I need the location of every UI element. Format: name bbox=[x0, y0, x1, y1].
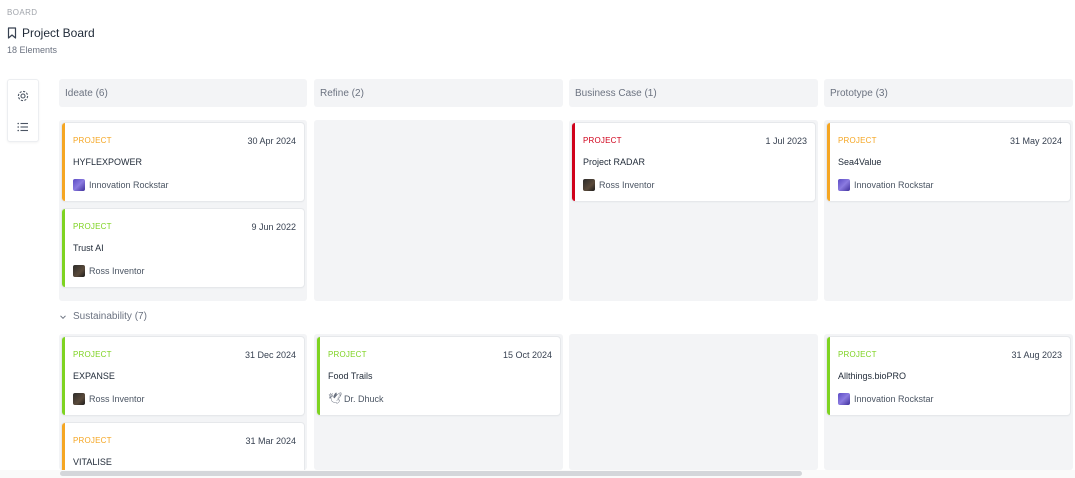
card-status-bar bbox=[62, 123, 65, 201]
card-title: VITALISE bbox=[73, 457, 112, 467]
card-status-bar bbox=[827, 337, 830, 415]
horizontal-scrollbar[interactable] bbox=[60, 471, 802, 476]
column-header-ideate[interactable]: Ideate (6) bbox=[59, 79, 307, 107]
column-header-business-case[interactable]: Business Case (1) bbox=[569, 79, 818, 107]
list-icon[interactable] bbox=[16, 120, 30, 134]
owner-name: Ross Inventor bbox=[599, 180, 655, 190]
avatar bbox=[583, 179, 595, 191]
card-date: 9 Jun 2022 bbox=[251, 222, 296, 232]
card-status-bar bbox=[827, 123, 830, 201]
card-type: PROJECT bbox=[838, 136, 877, 145]
card-date: 31 Dec 2024 bbox=[244, 350, 296, 360]
card-date: 31 Aug 2023 bbox=[1011, 350, 1062, 360]
card-title: Food Trails bbox=[328, 371, 373, 381]
card-title: Sea4Value bbox=[838, 157, 882, 167]
lane-refine-row1 bbox=[314, 120, 563, 301]
project-card[interactable]: PROJECT 30 Apr 2024 HYFLEXPOWER Innovati… bbox=[62, 123, 304, 201]
page-title: Project Board bbox=[22, 26, 95, 40]
group-label: Sustainability (7) bbox=[73, 311, 147, 322]
card-date: 31 May 2024 bbox=[1009, 136, 1062, 146]
card-owner: Innovation Rockstar bbox=[73, 179, 169, 191]
card-status-bar bbox=[62, 423, 65, 470]
card-type: PROJECT bbox=[328, 350, 367, 359]
card-type: PROJECT bbox=[73, 222, 112, 231]
card-title: Project RADAR bbox=[583, 157, 646, 167]
owner-name: Innovation Rockstar bbox=[854, 180, 934, 190]
chevron-down-icon[interactable] bbox=[59, 313, 67, 321]
card-status-bar bbox=[317, 337, 320, 415]
breadcrumb[interactable]: BOARD bbox=[7, 8, 37, 17]
owner-name: Dr. Dhuck bbox=[344, 394, 384, 404]
element-count: 18 Elements bbox=[7, 45, 58, 55]
project-board-page: BOARD Project Board 18 Elements Ideate (… bbox=[0, 0, 1075, 478]
bookmark-icon[interactable] bbox=[7, 27, 17, 39]
board-toolbar bbox=[7, 79, 39, 142]
avatar bbox=[838, 179, 850, 191]
card-type: PROJECT bbox=[73, 136, 112, 145]
card-owner: Innovation Rockstar bbox=[838, 179, 934, 191]
project-card[interactable]: PROJECT 31 Mar 2024 VITALISE bbox=[62, 423, 304, 470]
card-owner: Ross Inventor bbox=[73, 393, 145, 405]
card-title: EXPANSE bbox=[73, 371, 115, 381]
project-card[interactable]: PROJECT 9 Jun 2022 Trust AI Ross Invento… bbox=[62, 209, 304, 287]
owner-name: Ross Inventor bbox=[89, 266, 145, 276]
owner-name: Ross Inventor bbox=[89, 394, 145, 404]
card-owner: Ross Inventor bbox=[73, 265, 145, 277]
project-card[interactable]: PROJECT 1 Jul 2023 Project RADAR Ross In… bbox=[572, 123, 815, 201]
card-title: HYFLEXPOWER bbox=[73, 157, 143, 167]
project-card[interactable]: PROJECT 31 Dec 2024 EXPANSE Ross Invento… bbox=[62, 337, 304, 415]
card-status-bar bbox=[62, 337, 65, 415]
card-type: PROJECT bbox=[73, 350, 112, 359]
owner-name: Innovation Rockstar bbox=[854, 394, 934, 404]
project-card[interactable]: PROJECT 31 Aug 2023 Allthings.bioPRO Inn… bbox=[827, 337, 1070, 415]
card-date: 1 Jul 2023 bbox=[765, 136, 807, 146]
card-title: Trust AI bbox=[73, 243, 104, 253]
card-owner: Ross Inventor bbox=[583, 179, 655, 191]
bird-icon: 🕊 bbox=[328, 393, 342, 405]
card-type: PROJECT bbox=[73, 436, 112, 445]
card-date: 15 Oct 2024 bbox=[502, 350, 552, 360]
gear-icon[interactable] bbox=[16, 89, 30, 103]
project-card[interactable]: PROJECT 15 Oct 2024 Food Trails 🕊 Dr. Dhu… bbox=[317, 337, 560, 415]
card-owner: 🕊 Dr. Dhuck bbox=[328, 393, 384, 405]
card-status-bar bbox=[62, 209, 65, 287]
avatar bbox=[73, 393, 85, 405]
card-title: Allthings.bioPRO bbox=[838, 371, 907, 381]
column-header-refine[interactable]: Refine (2) bbox=[314, 79, 563, 107]
project-card[interactable]: PROJECT 31 May 2024 Sea4Value Innovation… bbox=[827, 123, 1070, 201]
card-status-bar bbox=[572, 123, 575, 201]
lane-business-case-row2 bbox=[569, 334, 818, 470]
column-header-prototype[interactable]: Prototype (3) bbox=[824, 79, 1073, 107]
avatar bbox=[838, 393, 850, 405]
card-date: 31 Mar 2024 bbox=[245, 436, 296, 446]
card-type: PROJECT bbox=[583, 136, 622, 145]
group-sustainability[interactable]: Sustainability (7) bbox=[59, 311, 147, 322]
card-type: PROJECT bbox=[838, 350, 877, 359]
avatar bbox=[73, 179, 85, 191]
owner-name: Innovation Rockstar bbox=[89, 180, 169, 190]
card-date: 30 Apr 2024 bbox=[247, 136, 296, 146]
card-owner: Innovation Rockstar bbox=[838, 393, 934, 405]
page-header: Project Board bbox=[7, 26, 95, 40]
avatar bbox=[73, 265, 85, 277]
